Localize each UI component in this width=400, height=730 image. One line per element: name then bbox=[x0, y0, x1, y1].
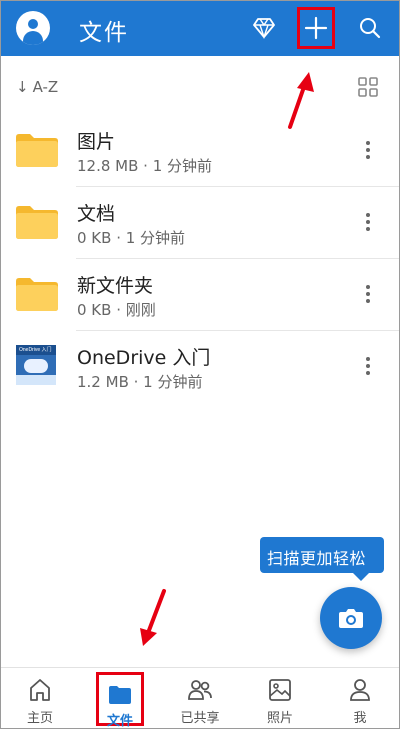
file-row-pictures[interactable]: 图片 12.8 MB · 1 分钟前 bbox=[0, 115, 400, 187]
add-icon bbox=[304, 16, 328, 40]
nav-files-label: 文件 bbox=[106, 714, 133, 729]
sort-bar: ↓ A-Z bbox=[0, 70, 400, 106]
nav-photos-label: 照片 bbox=[266, 711, 293, 726]
more-options-icon[interactable] bbox=[355, 207, 381, 237]
pdf-thumbnail: OneDrive 入门 bbox=[16, 345, 56, 385]
file-name: 图片 bbox=[77, 131, 116, 153]
nav-shared-label: 已共享 bbox=[180, 711, 220, 726]
bottom-navigation: 主页 文件 已共享 照片 我 bbox=[0, 667, 400, 730]
file-name: OneDrive 入门 bbox=[77, 347, 211, 369]
sort-arrow-icon: ↓ bbox=[16, 78, 29, 96]
file-meta: 0 KB · 1 分钟前 bbox=[77, 229, 186, 247]
nav-photos[interactable]: 照片 bbox=[240, 668, 320, 730]
file-row-documents[interactable]: 文档 0 KB · 1 分钟前 bbox=[0, 187, 400, 259]
home-icon bbox=[30, 679, 50, 701]
more-options-icon[interactable] bbox=[355, 279, 381, 309]
file-meta: 1.2 MB · 1 分钟前 bbox=[77, 373, 203, 391]
grid-view-icon[interactable] bbox=[357, 76, 379, 98]
file-name: 新文件夹 bbox=[77, 275, 154, 297]
sort-label: A-Z bbox=[32, 78, 59, 96]
nav-home-label: 主页 bbox=[26, 711, 53, 726]
file-name: 文档 bbox=[77, 203, 116, 225]
nav-me[interactable]: 我 bbox=[320, 668, 400, 730]
nav-shared[interactable]: 已共享 bbox=[160, 668, 240, 730]
more-options-icon[interactable] bbox=[355, 351, 381, 381]
thumbnail-title: OneDrive 入门 bbox=[19, 347, 52, 353]
scan-tooltip: 扫描更加轻松 bbox=[260, 537, 384, 581]
app-header: 文件 bbox=[0, 0, 400, 56]
more-options-icon[interactable] bbox=[355, 135, 381, 165]
search-icon[interactable] bbox=[350, 8, 390, 48]
people-icon bbox=[188, 680, 212, 700]
file-row-new-folder[interactable]: 新文件夹 0 KB · 刚刚 bbox=[0, 259, 400, 331]
nav-home[interactable]: 主页 bbox=[0, 668, 80, 730]
folder-icon bbox=[16, 277, 58, 311]
folder-icon bbox=[16, 133, 58, 167]
annotation-arrow-files bbox=[140, 589, 166, 646]
nav-files[interactable]: 文件 bbox=[96, 672, 144, 729]
avatar[interactable] bbox=[16, 11, 50, 45]
premium-diamond-icon[interactable] bbox=[244, 8, 284, 48]
folder-filled-icon bbox=[109, 686, 131, 704]
camera-scan-button[interactable] bbox=[320, 587, 382, 649]
image-icon bbox=[269, 679, 291, 701]
file-meta: 0 KB · 刚刚 bbox=[77, 301, 156, 319]
file-meta: 12.8 MB · 1 分钟前 bbox=[77, 157, 213, 175]
sort-button[interactable]: ↓ A-Z bbox=[16, 78, 58, 96]
add-button[interactable] bbox=[297, 7, 335, 49]
camera-icon bbox=[339, 609, 363, 628]
page-title: 文件 bbox=[79, 20, 129, 46]
scan-tooltip-text: 扫描更加轻松 bbox=[267, 549, 367, 568]
nav-me-label: 我 bbox=[353, 711, 367, 726]
file-row-onedrive-guide[interactable]: OneDrive 入门 OneDrive 入门 1.2 MB · 1 分钟前 bbox=[0, 331, 400, 403]
person-icon bbox=[350, 679, 370, 701]
folder-icon bbox=[16, 205, 58, 239]
